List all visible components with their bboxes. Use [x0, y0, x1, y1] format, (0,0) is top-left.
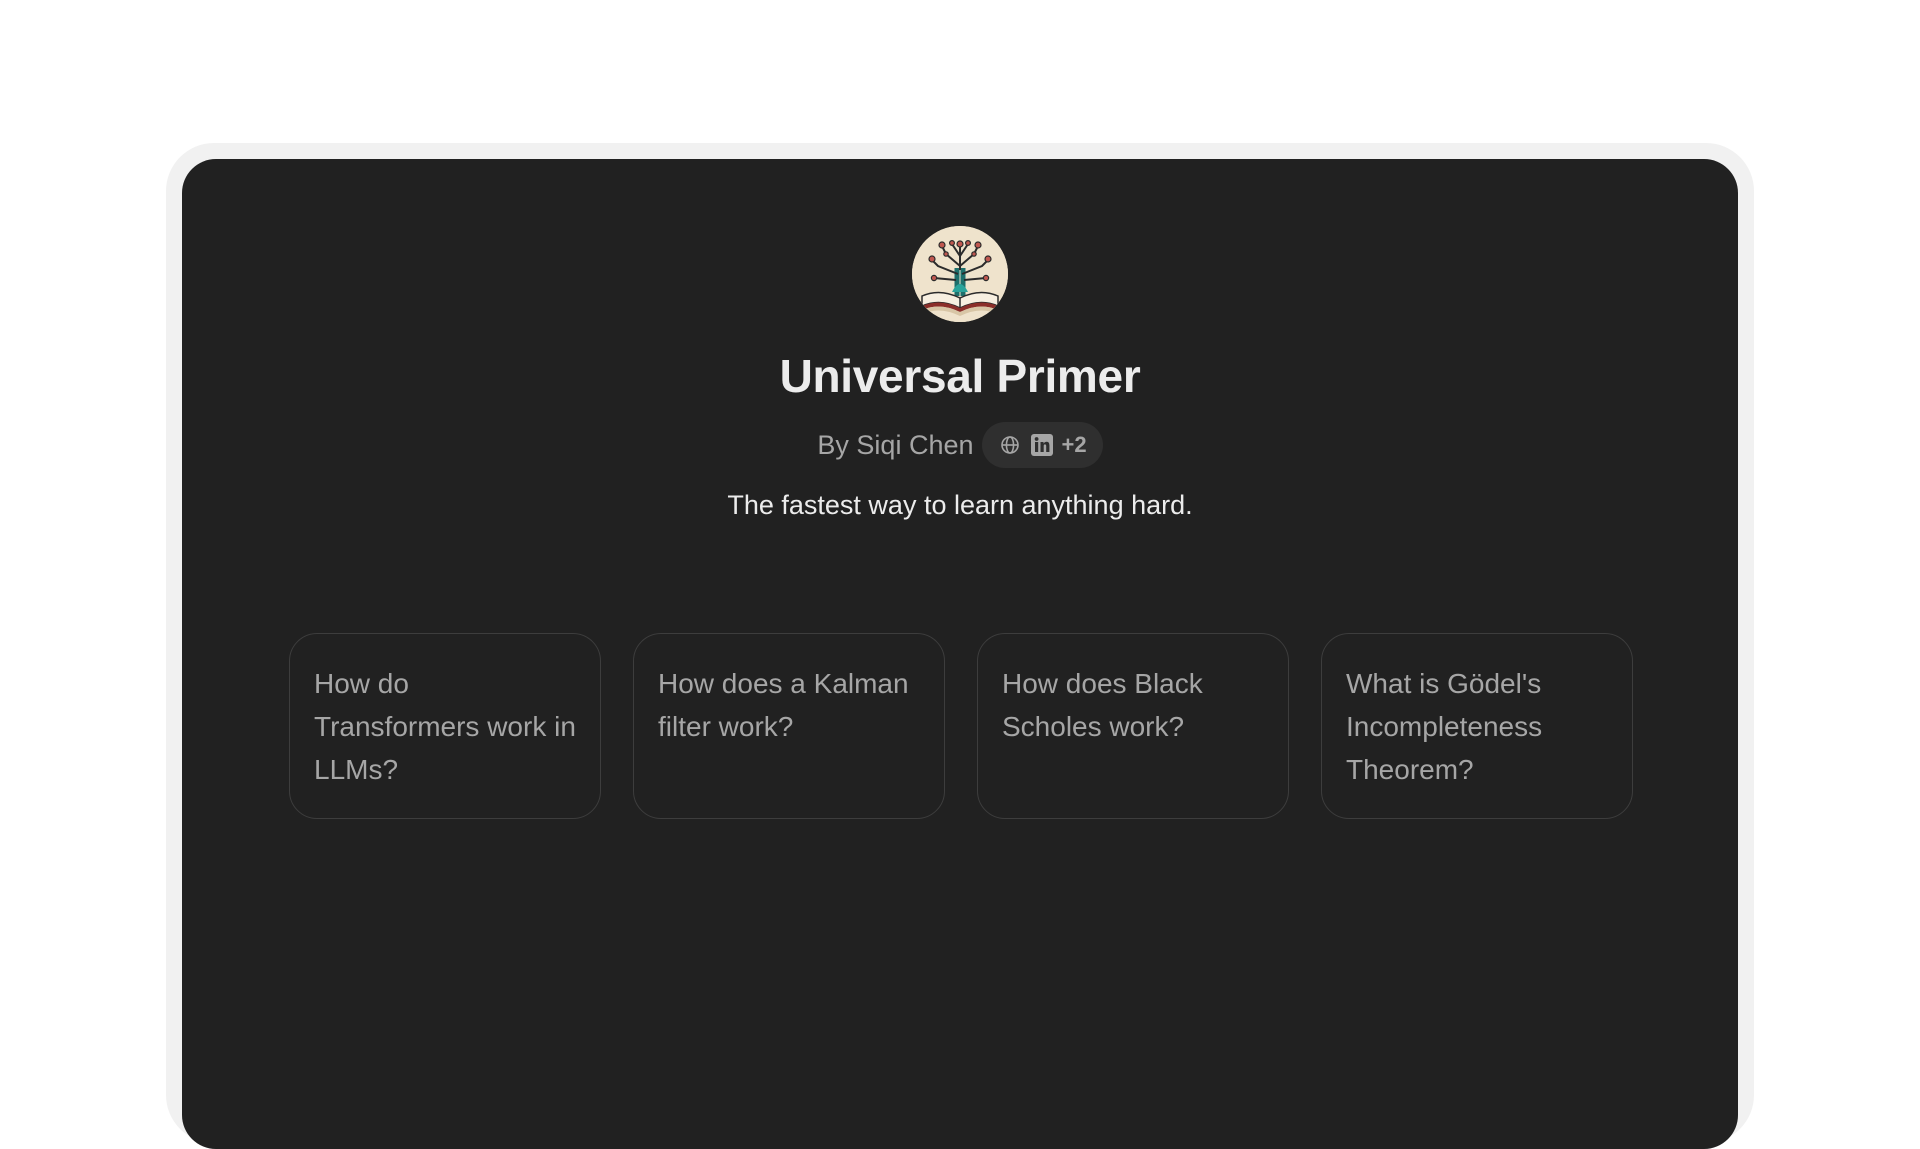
starter-card-black-scholes[interactable]: How does Black Scholes work?	[977, 633, 1289, 819]
gpt-profile-panel: Universal Primer By Siqi Chen +2 The fas…	[182, 159, 1738, 1149]
book-circuit-tree-icon	[912, 226, 1008, 322]
starter-card-godel[interactable]: What is Gödel's Incompleteness Theorem?	[1321, 633, 1633, 819]
globe-icon[interactable]	[998, 433, 1022, 457]
social-more-count[interactable]: +2	[1062, 432, 1087, 458]
starter-card-transformers[interactable]: How do Transformers work in LLMs?	[289, 633, 601, 819]
gpt-byline: By Siqi Chen +2	[182, 422, 1738, 468]
starter-card-kalman-filter[interactable]: How does a Kalman filter work?	[633, 633, 945, 819]
gpt-title: Universal Primer	[779, 350, 1141, 402]
gpt-description: The fastest way to learn anything hard.	[727, 490, 1193, 520]
social-links-pill[interactable]: +2	[981, 422, 1103, 468]
gpt-avatar	[912, 226, 1008, 322]
linkedin-icon[interactable]	[1030, 433, 1054, 457]
conversation-starters: How do Transformers work in LLMs? How do…	[289, 633, 1633, 819]
author-name: By Siqi Chen	[817, 429, 974, 460]
